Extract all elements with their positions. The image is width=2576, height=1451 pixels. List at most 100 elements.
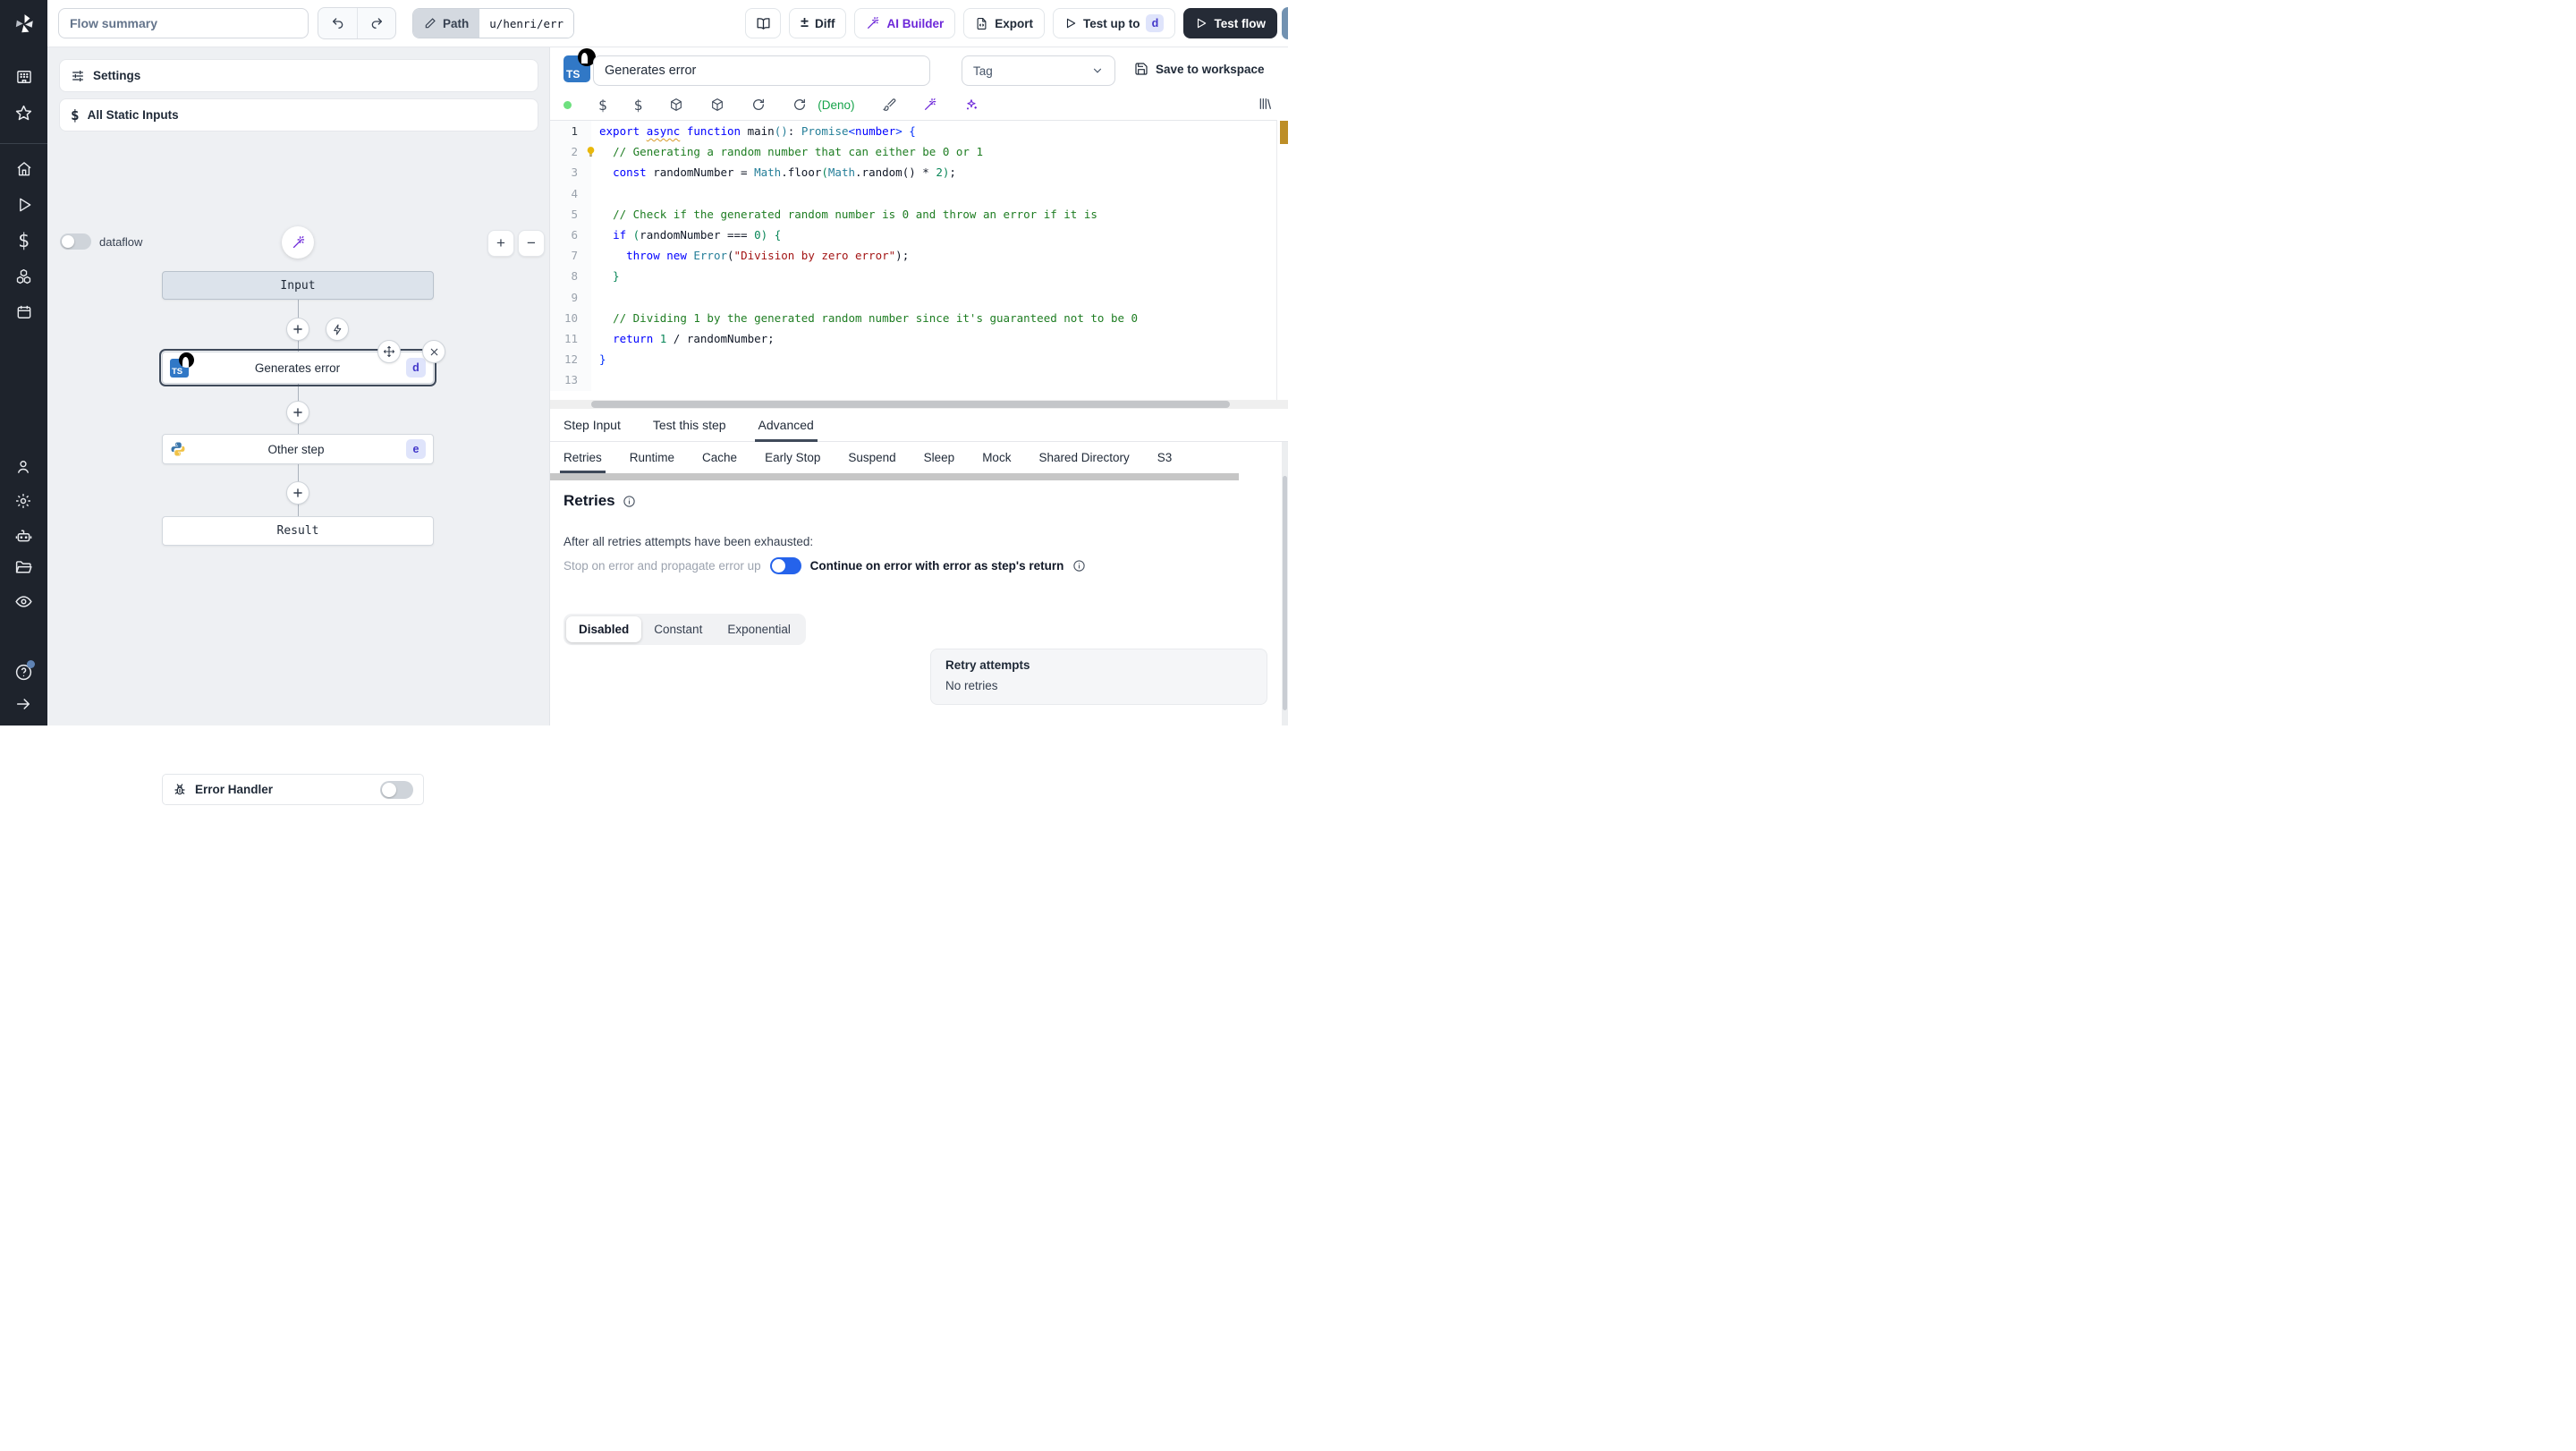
runtime-label[interactable]: (Deno) — [818, 98, 854, 112]
tabs-scrollbar[interactable] — [550, 473, 1239, 480]
result-node[interactable]: Result — [162, 516, 434, 546]
flow-settings-button[interactable]: Settings — [59, 59, 538, 92]
collapse-arrow-icon[interactable] — [5, 686, 41, 722]
advanced-tab-early-stop[interactable]: Early Stop — [765, 442, 820, 473]
apps-icon[interactable] — [6, 59, 42, 95]
advanced-tab-mock[interactable]: Mock — [982, 442, 1011, 473]
ai-wand-icon[interactable] — [923, 98, 937, 112]
topbar: Path u/henri/err ± Diff AI Builder — [47, 0, 1288, 47]
retry-strategy-constant[interactable]: Constant — [641, 616, 715, 642]
code-line[interactable]: 1 export async function main(): Promise<n… — [550, 121, 1288, 142]
variables-dollar-icon[interactable]: $ — [6, 223, 42, 259]
code-line[interactable]: 4 — [550, 182, 1288, 204]
runs-play-icon[interactable] — [6, 187, 42, 223]
advanced-tab-cache[interactable]: Cache — [702, 442, 737, 473]
package2-icon[interactable] — [710, 98, 724, 112]
play-icon — [1064, 17, 1077, 30]
export-button[interactable]: Export — [963, 8, 1045, 38]
add-step-button[interactable] — [286, 481, 309, 505]
user-icon[interactable] — [5, 449, 41, 485]
test-up-to-button[interactable]: Test up to d — [1052, 8, 1176, 38]
tab-advanced[interactable]: Advanced — [754, 409, 818, 442]
favorites-star-icon[interactable] — [6, 95, 42, 131]
audit-eye-icon[interactable] — [5, 583, 41, 619]
step-name-input[interactable] — [593, 55, 930, 86]
dollar-icon: $ — [71, 106, 80, 123]
package-icon[interactable] — [669, 98, 683, 112]
continue-on-error-toggle[interactable] — [769, 557, 801, 574]
add-step-button[interactable] — [286, 318, 309, 341]
redo-button[interactable] — [357, 8, 395, 38]
advanced-tab-s3[interactable]: S3 — [1157, 442, 1173, 473]
settings-gear-icon[interactable] — [5, 483, 41, 519]
code-line[interactable]: 11 return 1 / randomNumber; — [550, 328, 1288, 350]
reset-icon[interactable] — [792, 98, 807, 112]
diff-button[interactable]: ± Diff — [789, 8, 847, 38]
save-to-workspace-button[interactable]: Save to workspace — [1134, 62, 1265, 76]
reload-icon[interactable] — [751, 98, 766, 112]
info-icon[interactable] — [623, 495, 636, 508]
ai-builder-button[interactable]: AI Builder — [854, 8, 956, 38]
windmill-logo[interactable] — [0, 0, 47, 47]
workers-robot-icon[interactable] — [5, 517, 41, 553]
docs-book-button[interactable] — [745, 8, 782, 38]
resource-dollar-icon[interactable]: $ — [634, 97, 643, 114]
all-static-inputs-button[interactable]: $ All Static Inputs — [59, 98, 538, 132]
zoom-out-button[interactable]: − — [518, 230, 545, 257]
add-step-button[interactable] — [286, 401, 309, 424]
code-line[interactable]: 5 // Check if the generated random numbe… — [550, 203, 1288, 225]
error-handler-toggle[interactable] — [380, 780, 413, 799]
code-line[interactable]: 13 — [550, 369, 1288, 391]
variable-dollar-icon[interactable]: $ — [598, 97, 607, 114]
zoom-in-button[interactable]: + — [487, 230, 514, 257]
error-handler-row[interactable]: Error Handler — [162, 774, 424, 805]
tab-step-input[interactable]: Step Input — [564, 409, 621, 442]
schedules-calendar-icon[interactable] — [6, 294, 42, 330]
retry-strategy-exponential[interactable]: Exponential — [715, 616, 803, 642]
dataflow-toggle[interactable] — [60, 233, 91, 250]
code-line[interactable]: 10 // Dividing 1 by the generated random… — [550, 307, 1288, 329]
code-line[interactable]: 9 — [550, 286, 1288, 308]
advanced-tab-suspend[interactable]: Suspend — [848, 442, 895, 473]
lightbulb-icon[interactable] — [585, 145, 597, 158]
path-pill[interactable]: Path u/henri/err — [412, 8, 575, 38]
advanced-tab-sleep[interactable]: Sleep — [924, 442, 955, 473]
delete-step-button[interactable] — [422, 340, 445, 363]
move-step-button[interactable] — [377, 340, 401, 363]
retry-strategy-disabled[interactable]: Disabled — [566, 616, 642, 642]
export-file-icon — [975, 17, 988, 30]
edge-panel-button[interactable] — [1282, 7, 1288, 39]
code-line[interactable]: 12} — [550, 349, 1288, 370]
code-editor[interactable]: 1 export async function main(): Promise<n… — [550, 120, 1288, 400]
add-trigger-lightning-button[interactable] — [326, 318, 349, 341]
folders-icon[interactable] — [5, 549, 41, 585]
advanced-tab-retries[interactable]: Retries — [560, 442, 606, 473]
code-line[interactable]: 3 const randomNumber = Math.floor(Math.r… — [550, 162, 1288, 183]
ai-sparkles-icon[interactable] — [964, 98, 979, 112]
help-icon[interactable] — [5, 654, 41, 690]
code-line[interactable]: 6 if (randomNumber === 0) { — [550, 225, 1288, 246]
code-line[interactable]: 7 throw new Error("Division by zero erro… — [550, 245, 1288, 267]
test-flow-button[interactable]: Test flow — [1183, 8, 1277, 38]
panel-vertical-scrollbar[interactable] — [1282, 442, 1288, 726]
ai-flow-wand-button[interactable] — [282, 226, 314, 259]
code-line[interactable]: 2 // Generating a random number that can… — [550, 141, 1288, 163]
path-label: Path — [443, 16, 470, 30]
play-icon — [1195, 17, 1208, 30]
retry-strategy-segmented: Disabled Constant Exponential — [564, 614, 806, 645]
tab-test-this-step[interactable]: Test this step — [653, 409, 726, 442]
flow-summary-input[interactable] — [58, 8, 309, 38]
library-icon[interactable] — [1258, 97, 1272, 111]
input-node[interactable]: Input — [162, 271, 434, 300]
advanced-tab-shared-directory[interactable]: Shared Directory — [1038, 442, 1129, 473]
format-brush-icon[interactable] — [882, 98, 896, 112]
resources-cubes-icon[interactable] — [6, 259, 42, 294]
advanced-tab-runtime[interactable]: Runtime — [630, 442, 674, 473]
code-line[interactable]: 8 } — [550, 266, 1288, 287]
tag-select[interactable]: Tag — [962, 55, 1115, 86]
info-icon[interactable] — [1072, 559, 1086, 573]
step-node-other-step[interactable]: Other step e — [162, 434, 434, 464]
undo-button[interactable] — [318, 8, 357, 38]
editor-horizontal-scrollbar[interactable] — [550, 400, 1288, 409]
home-icon[interactable] — [6, 151, 42, 187]
